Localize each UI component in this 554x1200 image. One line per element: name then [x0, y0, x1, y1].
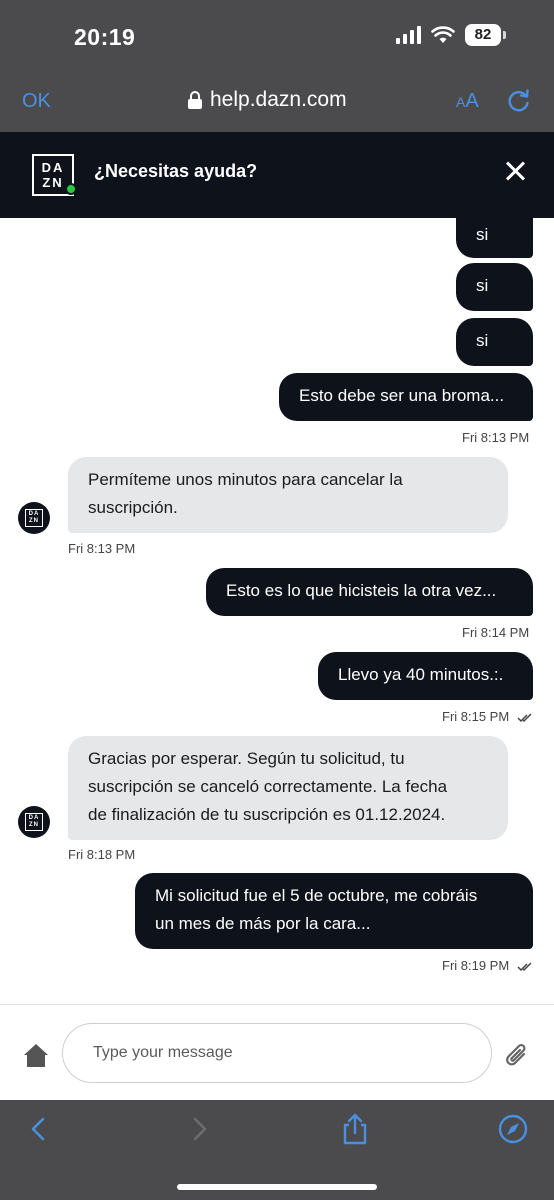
message-text-line: un mes de más por la cara... — [155, 914, 371, 933]
home-indicator[interactable] — [177, 1184, 377, 1190]
logo-text-top: DA — [41, 160, 65, 175]
message-text: si — [476, 276, 489, 295]
read-receipt-icon — [517, 962, 532, 971]
user-message: si — [456, 263, 533, 311]
message-text: Esto debe ser una broma... — [299, 386, 505, 405]
user-message: Llevo ya 40 minutos.:. — [318, 652, 533, 700]
paperclip-icon[interactable] — [504, 1041, 530, 1071]
done-button[interactable]: OK — [22, 90, 51, 113]
read-receipt-icon — [517, 713, 532, 722]
message-text-line: Gracias por esperar. Según tu solicitud,… — [88, 749, 405, 768]
browser-top-bar: 20:19 82 OK help.dazn.com AA — [0, 0, 554, 132]
message-text: si — [476, 331, 489, 350]
chat-title: ¿Necesitas ayuda? — [94, 161, 258, 181]
message-timestamp: Fri 8:15 PM — [442, 709, 533, 724]
wifi-icon — [431, 26, 455, 43]
agent-avatar: DA ZN — [18, 502, 50, 534]
message-composer — [0, 1004, 554, 1100]
message-text-line: de finalización de tu suscripción es 01.… — [88, 805, 446, 824]
chevron-right-icon[interactable] — [182, 1112, 216, 1146]
user-message: si — [456, 318, 533, 366]
chevron-left-icon[interactable] — [22, 1112, 56, 1146]
home-icon[interactable] — [22, 1041, 50, 1069]
url-display[interactable]: help.dazn.com — [188, 88, 347, 112]
url-text: help.dazn.com — [210, 88, 347, 111]
battery-indicator: 82 — [465, 24, 506, 46]
message-text-line: Permíteme unos minutos para cancelar la — [88, 470, 403, 489]
message-input[interactable] — [62, 1023, 492, 1083]
user-message: Esto es lo que hicisteis la otra vez... — [206, 568, 533, 616]
message-text-line: suscripción. — [88, 498, 178, 517]
address-bar[interactable]: OK help.dazn.com AA — [0, 80, 554, 124]
user-message: si — [456, 212, 533, 258]
battery-level: 82 — [465, 24, 501, 46]
chat-header: DA ZN ¿Necesitas ayuda? — [0, 132, 554, 218]
lock-icon — [188, 91, 202, 109]
online-status-dot — [65, 183, 77, 195]
message-timestamp: Fri 8:18 PM — [68, 847, 136, 862]
message-text: Esto es lo que hicisteis la otra vez... — [226, 581, 497, 600]
agent-message: Gracias por esperar. Según tu solicitud,… — [68, 736, 508, 840]
agent-avatar: DA ZN — [18, 806, 50, 838]
message-timestamp: Fri 8:19 PM — [442, 958, 533, 973]
agent-message: Permíteme unos minutos para cancelar la … — [68, 457, 508, 533]
user-message: Esto debe ser una broma... — [279, 373, 533, 421]
message-timestamp: Fri 8:13 PM — [68, 541, 136, 556]
share-icon[interactable] — [338, 1112, 372, 1146]
compass-icon[interactable] — [496, 1112, 530, 1146]
text-size-button[interactable]: AA — [456, 90, 479, 113]
cellular-signal-icon — [396, 26, 421, 44]
message-text: si — [476, 225, 489, 244]
status-time: 20:19 — [74, 24, 136, 50]
message-text-line: Mi solicitud fue el 5 de octubre, me cob… — [155, 886, 478, 905]
message-text: Llevo ya 40 minutos.:. — [338, 665, 504, 684]
reload-icon[interactable] — [506, 88, 532, 114]
message-timestamp: Fri 8:13 PM — [462, 430, 530, 445]
status-icons: 82 — [396, 24, 506, 46]
message-timestamp: Fri 8:14 PM — [462, 625, 530, 640]
timestamp-text: Fri 8:15 PM — [442, 709, 510, 724]
timestamp-text: Fri 8:19 PM — [442, 958, 510, 973]
user-message: Mi solicitud fue el 5 de octubre, me cob… — [135, 873, 533, 949]
message-text-line: suscripción se canceló correctamente. La… — [88, 777, 448, 796]
close-icon[interactable] — [504, 160, 526, 182]
